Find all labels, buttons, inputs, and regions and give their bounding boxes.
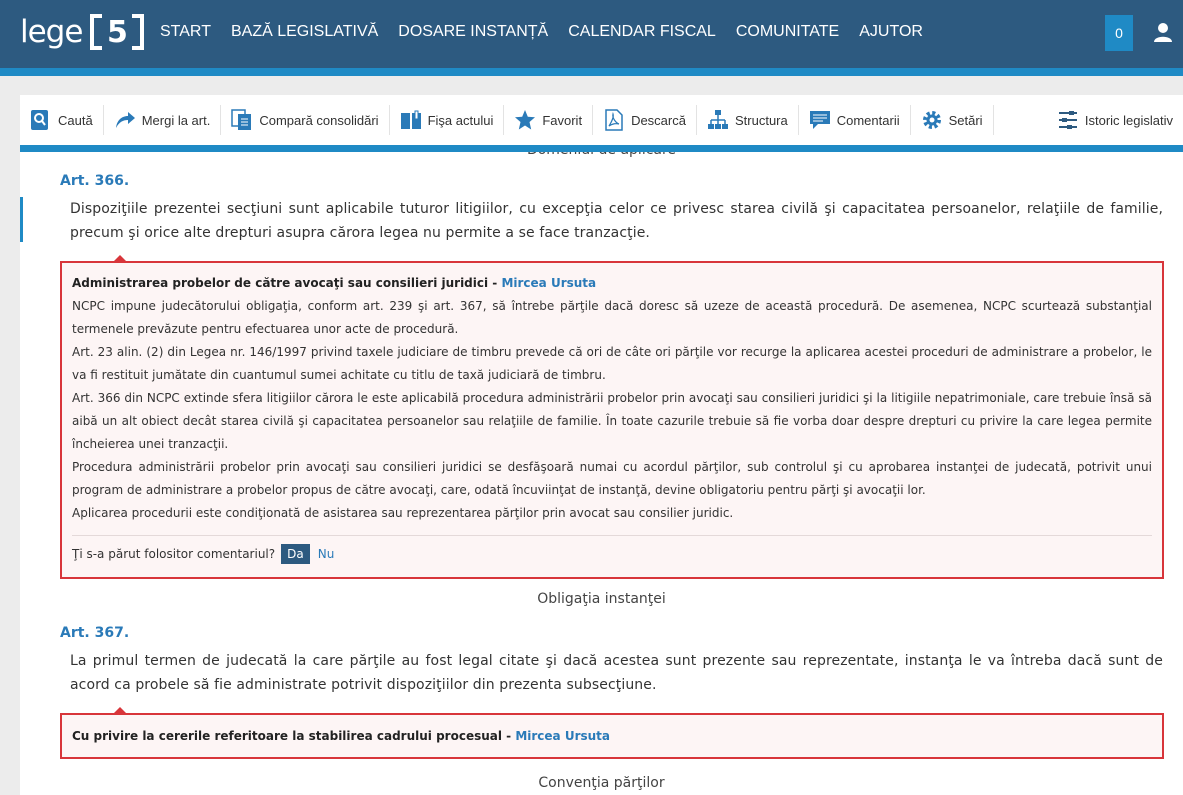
section-title-court-obligation: Obligaţia instanţei: [537, 591, 666, 607]
act-sheet-button[interactable]: Fişa actului: [390, 105, 505, 135]
arrow-icon: [115, 112, 135, 128]
favorite-button[interactable]: Favorit: [504, 105, 594, 135]
document-toolbar: Caută Mergi la art. Compară consolidări …: [20, 95, 1183, 145]
toolbar-accent-line: [20, 145, 1183, 152]
cart-count-badge[interactable]: 0: [1105, 15, 1133, 51]
compare-icon: [231, 109, 252, 130]
compare-button[interactable]: Compară consolidări: [221, 105, 390, 135]
article-366-text: Dispoziţiile prezentei secţiuni sunt apl…: [70, 201, 1163, 241]
article-highlight-bar: [20, 197, 23, 242]
comment-author-link[interactable]: Mircea Ursuta: [515, 729, 610, 743]
comment-title: Administrarea probelor de către avocaţi …: [72, 276, 489, 290]
section-title-parties-agreement: Convenţia părţilor: [538, 775, 665, 791]
nav-ajutor[interactable]: AJUTOR: [859, 23, 923, 41]
book-icon: [400, 110, 421, 129]
nav-start[interactable]: START: [160, 23, 211, 41]
settings-button[interactable]: Setări: [911, 105, 994, 135]
header-accent-strip: [0, 68, 1183, 76]
structure-button[interactable]: Structura: [697, 105, 799, 135]
comment-feedback: Ţi s-a părut folositor comentariul? Da N…: [72, 536, 1152, 572]
nav-calendar-fiscal[interactable]: CALENDAR FISCAL: [568, 23, 716, 41]
article-366-title[interactable]: Art. 366.: [60, 171, 1183, 191]
download-button[interactable]: Descarcă: [593, 105, 697, 135]
main-nav: START BAZĂ LEGISLATIVĂ DOSARE INSTANȚĂ C…: [160, 23, 943, 41]
nav-dosare-instanta[interactable]: DOSARE INSTANȚĂ: [398, 23, 548, 41]
logo-number: 5: [90, 14, 145, 50]
comment-pointer: [112, 255, 128, 263]
go-to-article-button[interactable]: Mergi la art.: [104, 105, 222, 135]
comment-header: Cu privire la cererile referitoare la st…: [72, 729, 611, 743]
nav-comunitate[interactable]: COMUNITATE: [736, 23, 839, 41]
logo-text: lege: [20, 14, 83, 50]
comment-title: Cu privire la cererile referitoare la st…: [72, 729, 502, 743]
comment-paragraph: Art. 23 alin. (2) din Legea nr. 146/1997…: [72, 345, 1152, 382]
feedback-yes-button[interactable]: Da: [281, 544, 310, 564]
top-navigation-bar: lege 5 START BAZĂ LEGISLATIVĂ DOSARE INS…: [0, 0, 1183, 68]
comments-button[interactable]: Comentarii: [799, 105, 911, 135]
gear-icon: [922, 111, 941, 129]
article-367-title[interactable]: Art. 367.: [60, 623, 1183, 643]
nav-baza-legislativa[interactable]: BAZĂ LEGISLATIVĂ: [231, 23, 378, 41]
comment-pointer: [112, 707, 128, 715]
comment-paragraph: NCPC impune judecătorului obligaţia, con…: [72, 299, 1152, 336]
comment-icon: [809, 111, 830, 129]
comment-paragraph: Procedura administrării probelor prin av…: [72, 460, 1152, 497]
pdf-icon: [605, 109, 623, 131]
user-icon[interactable]: [1153, 22, 1173, 42]
logo[interactable]: lege 5: [20, 12, 145, 52]
history-icon: [1058, 111, 1077, 129]
tree-icon: [707, 110, 728, 129]
comment-box: Administrarea probelor de către avocaţi …: [60, 255, 1164, 579]
comment-header: Administrarea probelor de către avocaţi …: [72, 276, 597, 290]
feedback-question: Ţi s-a părut folositor comentariul?: [72, 547, 276, 561]
search-icon: [31, 110, 48, 130]
article-367-text: La primul termen de judecată la care păr…: [70, 653, 1163, 693]
comment-author-link[interactable]: Mircea Ursuta: [501, 276, 596, 290]
comment-paragraph: Aplicarea procedurii este condiţionată d…: [72, 506, 734, 520]
comment-paragraph: Art. 366 din NCPC extinde sfera litigiil…: [72, 391, 1152, 451]
section-title-scope: Domeniul de aplicare: [20, 152, 1183, 160]
search-button[interactable]: Caută: [20, 105, 104, 135]
star-icon: [515, 110, 536, 130]
comment-body: NCPC impune judecătorului obligaţia, con…: [72, 295, 1152, 525]
legislative-history-button[interactable]: Istoric legislativ: [1047, 105, 1183, 135]
comment-box: Cu privire la cererile referitoare la st…: [60, 707, 1164, 759]
document-content[interactable]: Domeniul de aplicare Art. 366. Dispoziţi…: [20, 152, 1183, 795]
feedback-no-button[interactable]: Nu: [318, 547, 335, 561]
